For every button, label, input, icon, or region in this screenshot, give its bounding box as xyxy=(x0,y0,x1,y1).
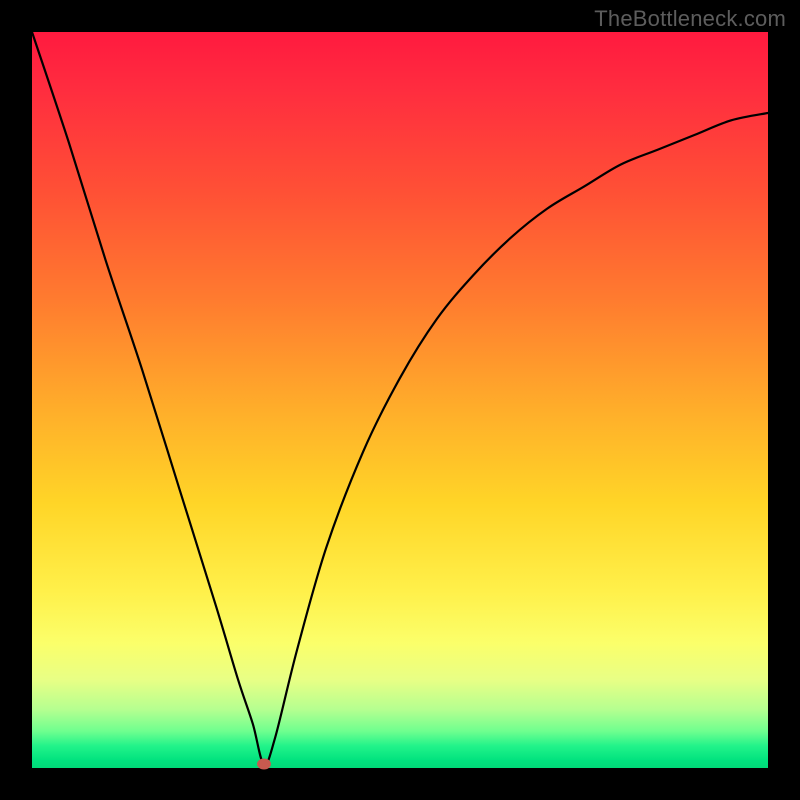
plot-area xyxy=(32,32,768,768)
chart-frame: TheBottleneck.com xyxy=(0,0,800,800)
watermark-text: TheBottleneck.com xyxy=(594,6,786,32)
bottleneck-curve xyxy=(32,32,768,768)
minimum-marker xyxy=(257,759,271,770)
